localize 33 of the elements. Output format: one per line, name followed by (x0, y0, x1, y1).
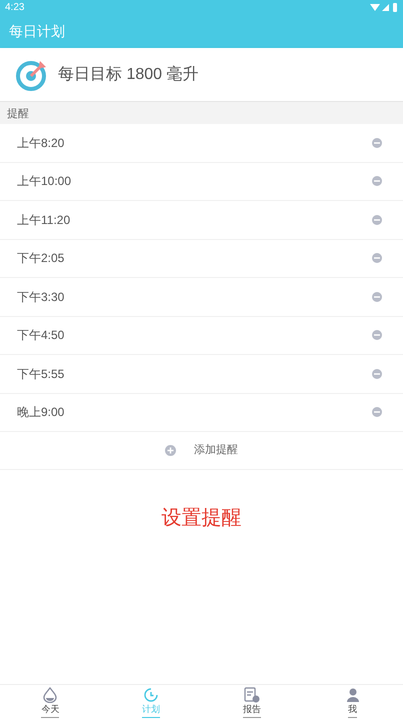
goal-text: 每日目标 1800 毫升 (58, 64, 198, 84)
hint-text: 设置提醒 (162, 506, 242, 531)
reminder-time[interactable]: 上午10:00 (17, 172, 72, 190)
remove-icon[interactable] (372, 292, 382, 302)
clock-icon (143, 687, 160, 704)
reminder-time[interactable]: 下午2:05 (17, 249, 64, 268)
person-icon (346, 687, 360, 704)
drop-icon (43, 687, 58, 704)
nav-tab[interactable]: 我 (302, 685, 403, 720)
reminder-time[interactable]: 上午11:20 (17, 210, 70, 229)
nav-tab[interactable]: 今天 (0, 685, 101, 720)
remove-icon[interactable] (372, 407, 382, 418)
remove-icon[interactable] (372, 176, 382, 186)
status-icons (370, 3, 398, 12)
add-icon (165, 445, 176, 456)
reminder-time[interactable]: 上午8:20 (17, 134, 64, 152)
app-title: 每日计划 (9, 22, 65, 41)
remove-icon[interactable] (372, 253, 382, 264)
target-icon (16, 58, 48, 90)
remove-icon[interactable] (372, 214, 382, 225)
section-header: 提醒 (7, 106, 29, 122)
reminder-time[interactable]: 晚上9:00 (17, 403, 64, 422)
add-reminder-label: 添加提醒 (194, 443, 238, 458)
remove-icon[interactable] (372, 368, 382, 379)
reminder-time[interactable]: 下午3:30 (17, 288, 64, 306)
report-icon (244, 687, 260, 704)
add-reminder-row[interactable]: 添加提醒 (0, 432, 403, 470)
reminder-time[interactable]: 下午4:50 (17, 326, 64, 344)
reminder-time[interactable]: 下午5:55 (17, 364, 64, 383)
nav-tab[interactable]: 报告 (202, 685, 302, 720)
remove-icon[interactable] (372, 138, 382, 148)
status-time: 4:23 (5, 1, 24, 15)
remove-icon[interactable] (372, 330, 382, 340)
